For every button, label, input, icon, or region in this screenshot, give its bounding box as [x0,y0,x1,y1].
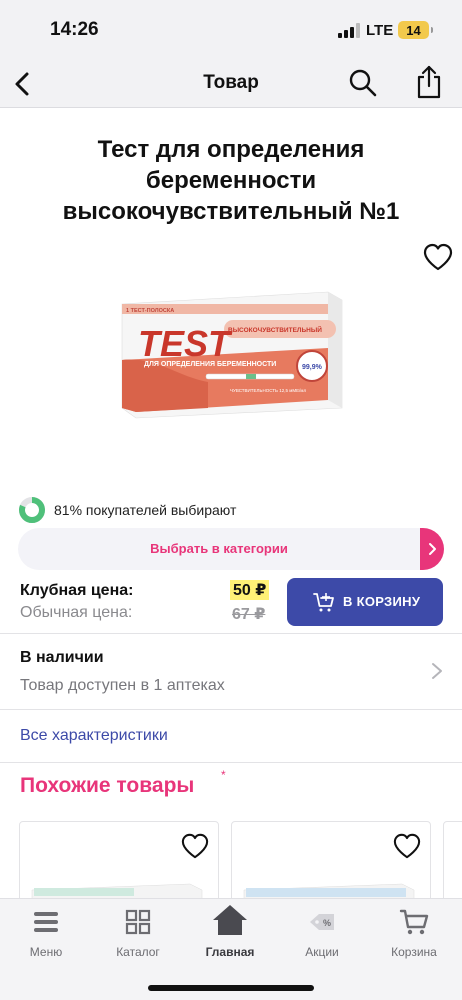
tab-catalog[interactable]: Каталог [92,907,184,967]
tab-sales-label: Акции [305,945,339,959]
choose-in-category-button[interactable]: Выбрать в категории [18,528,444,570]
sale-tag-icon: % [310,914,334,930]
add-to-cart-label: В КОРЗИНУ [343,594,421,609]
favorite-heart-icon[interactable] [180,832,210,860]
tab-home[interactable]: Главная [184,905,276,967]
package-sensitivity: ЧУВСТВИТЕЛЬНОСТЬ 12,5 мМЕ/мл [230,388,306,393]
package-badge: ВЫСОКОЧУВСТВИТЕЛЬНЫЙ [228,325,322,334]
regular-price-label: Обычная цена: [20,604,133,621]
package-subtitle: ДЛЯ ОПРЕДЕЛЕНИЯ БЕРЕМЕННОСТИ [144,361,276,368]
similar-products-marker: * [221,768,226,782]
cart-icon [399,909,429,935]
product-title: Тест для определения беременности высоко… [62,136,400,225]
favorite-heart-icon[interactable] [422,242,454,272]
choose-in-category-label: Выбрать в категории [150,541,288,556]
tab-menu-label: Меню [29,945,63,959]
svg-text:%: % [323,918,331,928]
page-title: Товар [203,72,259,93]
cart-plus-icon [313,593,334,612]
tab-catalog-label: Каталог [116,945,160,959]
home-icon [213,905,247,935]
favorite-heart-icon[interactable] [392,832,422,860]
tab-cart[interactable]: Корзина [368,907,460,967]
home-indicator [148,985,314,991]
share-icon[interactable] [414,64,444,100]
popularity-donut-icon [19,497,45,523]
product-image: 1 ТЕСТ-ПОЛОСКА TEST ВЫСОКОЧУВСТВИТЕЛЬНЫЙ… [121,291,343,419]
menu-icon [34,912,58,932]
battery-icon: 14 [398,21,433,39]
stock-status-title[interactable]: В наличии [20,649,104,667]
network-label: LTE [366,22,394,39]
navigation-bar: Товар [0,60,462,108]
divider [0,633,462,634]
tab-home-label: Главная [205,945,255,959]
club-price-value: 50 ₽ [230,580,270,600]
similar-products-title: Похожие товары [20,774,195,797]
all-specifications-link[interactable]: Все характеристики [20,727,168,745]
divider [0,762,462,763]
popularity-indicator: 81% покупателей выбирают [18,495,236,525]
club-price-label: Клубная цена: [20,582,134,599]
regular-price-value: 67 ₽ [232,606,266,623]
tab-menu[interactable]: Меню [0,907,92,967]
popularity-text: 81% покупателей выбирают [54,502,237,518]
status-bar: 14:26 LTE 14 [0,0,462,60]
chevron-right-icon [420,528,444,570]
tab-sales[interactable]: % Акции [276,907,368,967]
package-strip-count: 1 ТЕСТ-ПОЛОСКА [126,308,174,314]
status-time: 14:26 [50,19,99,40]
package-brand: TEST [138,323,233,364]
tab-cart-label: Корзина [391,945,437,959]
chevron-right-icon[interactable] [430,661,444,681]
add-to-cart-button[interactable]: В КОРЗИНУ [287,578,443,626]
divider [0,709,462,710]
catalog-icon [125,909,151,935]
stock-availability-text[interactable]: Товар доступен в 1 аптеках [20,677,225,695]
search-icon[interactable] [348,68,378,98]
signal-icon [338,22,362,38]
package-accuracy: 99,9% [302,364,323,371]
